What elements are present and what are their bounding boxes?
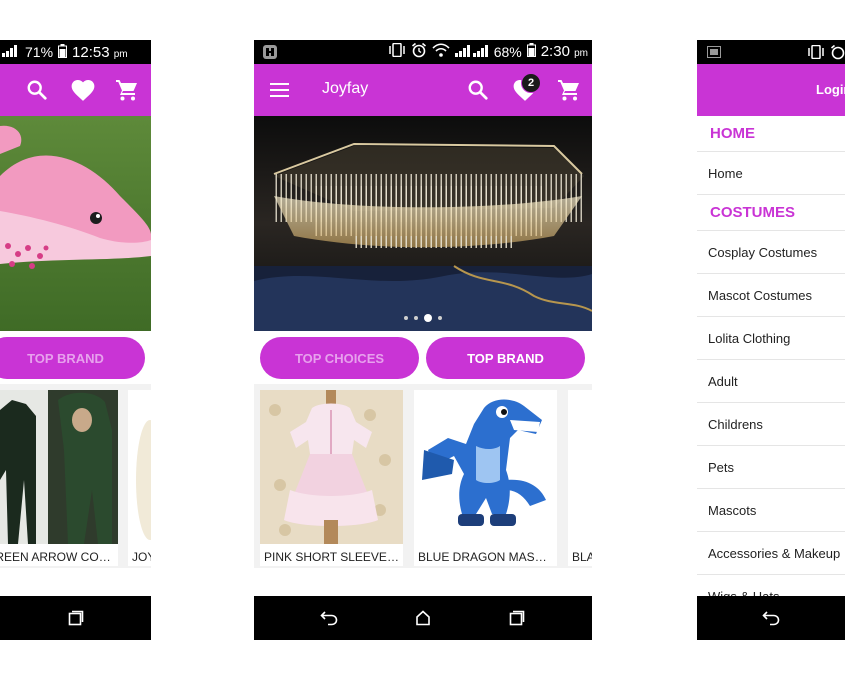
product-name: BLUE DRAGON MASCOT COSTUME [418,550,555,564]
heart-icon[interactable]: 2 [505,64,545,116]
status-time: 2:30 pm [540,43,588,60]
battery-icon [58,43,68,61]
login-link[interactable]: Login [816,82,845,97]
carousel-dot-active[interactable] [424,314,432,322]
nav-bar [254,596,592,640]
status-time: 12:53 pm [72,43,128,61]
signal-icon [454,44,489,60]
banner-image-chandelier[interactable] [254,116,592,331]
product-image-pink-lolita-dress [260,390,403,544]
menu-item-home[interactable]: Home [697,152,845,195]
menu-item-childrens[interactable]: Childrens [697,403,845,446]
cart-icon[interactable] [107,64,147,116]
app-notification-icon [262,44,278,63]
product-card[interactable]: JOY [128,390,151,566]
drawer-menu: HOME Home COSTUMES Cosplay Costumes Masc… [697,116,845,596]
banner-image-dolphin[interactable] [0,116,151,331]
menu-item-wigs-hats[interactable]: Wigs & Hats [697,575,845,597]
menu-item-adult[interactable]: Adult [697,360,845,403]
recents-icon[interactable] [56,596,96,640]
back-icon[interactable] [309,596,349,640]
screen-left: 71% 12:53 pm TOP BRAND EEN ARROW COST JO [0,40,151,640]
nav-bar [697,596,845,640]
app-bar: Joyfay 2 [254,64,592,116]
menu-header-costumes: COSTUMES [697,195,845,231]
menu-header-home: HOME [697,116,845,152]
menu-icon[interactable] [260,64,300,116]
product-name: PINK SHORT SLEEVES LOLITA DRESS [264,550,401,564]
menu-item-mascots[interactable]: Mascots [697,489,845,532]
carousel-dot[interactable] [404,316,408,320]
alarm-icon [830,44,845,63]
product-image [568,390,592,544]
product-name: BLA [572,550,592,564]
app-title: Joyfay [322,80,369,97]
product-image-blue-dragon-mascot [414,390,557,544]
product-card[interactable]: PINK SHORT SLEEVES LOLITA DRESS [260,390,403,566]
vibrate-icon [388,42,406,60]
screenshot-notification-icon [707,45,721,61]
screen-right: Login HOME Home COSTUMES Cosplay Costume… [697,40,845,640]
carousel-dots [254,314,592,322]
product-strip: GREEN ARROW COSTUMES JOY [0,384,151,568]
menu-item-cosplay-costumes[interactable]: Cosplay Costumes [697,231,845,274]
wifi-icon [432,43,450,60]
top-brand-button[interactable]: TOP BRAND [0,337,145,379]
wishlist-badge: 2 [521,73,541,93]
alarm-icon [411,42,427,61]
app-bar [0,64,151,116]
search-icon[interactable] [17,64,57,116]
menu-item-accessories-makeup[interactable]: Accessories & Makeup [697,532,845,575]
search-icon[interactable] [458,64,498,116]
product-name: JOY [132,550,151,564]
status-bar [697,40,845,64]
status-bar: 68% 2:30 pm [254,40,592,64]
menu-item-lolita-clothing[interactable]: Lolita Clothing [697,317,845,360]
nav-bar [0,596,151,640]
product-image [128,390,151,544]
signal-icon [2,44,20,60]
product-card[interactable]: BLUE DRAGON MASCOT COSTUME [414,390,557,566]
carousel-dot[interactable] [438,316,442,320]
product-name: GREEN ARROW COSTUMES [0,550,116,564]
battery-icon [526,43,536,60]
menu-item-mascot-costumes[interactable]: Mascot Costumes [697,274,845,317]
heart-icon[interactable] [63,64,103,116]
status-bar: 71% 12:53 pm [0,40,151,64]
battery-percent: 71% [25,44,54,60]
top-brand-button[interactable]: TOP BRAND [426,337,585,379]
product-strip: PINK SHORT SLEEVES LOLITA DRESS BLUE DRA… [254,384,592,568]
cart-icon[interactable] [549,64,589,116]
screen-center: 68% 2:30 pm Joyfay 2 TOP CHOICES TOP BRA… [254,40,592,640]
vibrate-icon [807,44,825,62]
product-card[interactable]: BLA [568,390,592,566]
home-icon[interactable] [403,596,443,640]
back-icon[interactable] [751,596,791,640]
product-image-green-arrow [0,390,118,544]
menu-item-pets[interactable]: Pets [697,446,845,489]
carousel-dot[interactable] [414,316,418,320]
battery-percent: 68% [493,43,522,60]
product-card[interactable]: GREEN ARROW COSTUMES [0,390,118,566]
drawer-header: Login [697,64,845,116]
recents-icon[interactable] [497,596,537,640]
top-choices-button[interactable]: TOP CHOICES [260,337,419,379]
